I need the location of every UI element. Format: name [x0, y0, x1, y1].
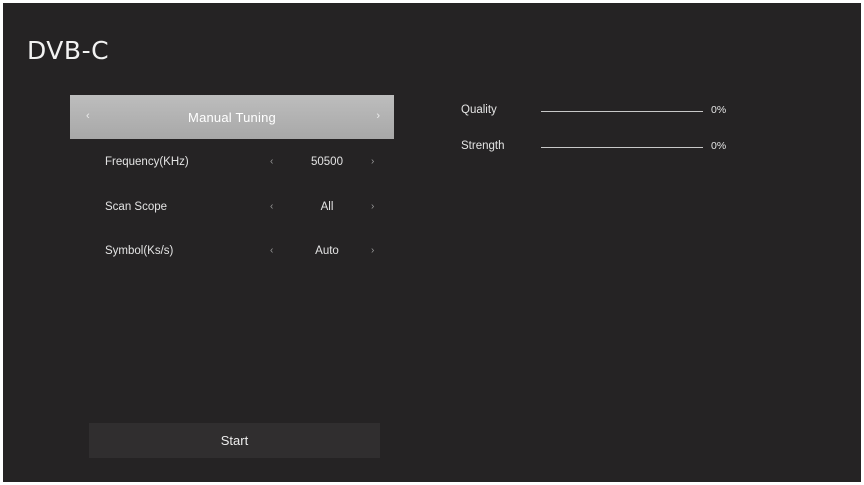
- tv-settings-screen: DVB-C ‹ Manual Tuning › Frequency(KHz) ‹…: [3, 3, 861, 482]
- strength-bar: [541, 147, 703, 148]
- strength-meter: Strength 0%: [461, 138, 751, 158]
- symbol-rate-row[interactable]: Symbol(Ks/s) ‹ Auto ›: [70, 238, 394, 266]
- strength-label: Strength: [461, 140, 505, 152]
- page-title: DVB-C: [27, 36, 110, 65]
- quality-percent: 0%: [711, 104, 727, 116]
- chevron-right-icon[interactable]: ›: [371, 156, 374, 167]
- manual-tuning-selector[interactable]: ‹ Manual Tuning ›: [70, 95, 394, 139]
- frequency-label: Frequency(KHz): [105, 156, 189, 168]
- start-button[interactable]: Start: [89, 423, 380, 458]
- strength-percent: 0%: [711, 140, 727, 152]
- scan-scope-row[interactable]: Scan Scope ‹ All ›: [70, 194, 394, 222]
- chevron-left-icon[interactable]: ‹: [270, 156, 273, 167]
- frequency-row[interactable]: Frequency(KHz) ‹ 50500 ›: [70, 149, 394, 177]
- symbol-rate-label: Symbol(Ks/s): [105, 245, 174, 257]
- scan-scope-label: Scan Scope: [105, 201, 168, 213]
- quality-bar: [541, 111, 703, 112]
- scan-scope-value: All: [320, 201, 334, 213]
- chevron-left-icon[interactable]: ‹: [270, 245, 273, 256]
- chevron-right-icon[interactable]: ›: [371, 245, 374, 256]
- quality-meter: Quality 0%: [461, 102, 751, 122]
- menu-header-label: Manual Tuning: [188, 109, 276, 125]
- chevron-left-icon[interactable]: ‹: [270, 201, 273, 212]
- frequency-value: 50500: [311, 156, 343, 168]
- symbol-rate-value: Auto: [315, 245, 339, 257]
- chevron-right-icon[interactable]: ›: [376, 110, 380, 122]
- chevron-right-icon[interactable]: ›: [371, 201, 374, 212]
- chevron-left-icon[interactable]: ‹: [86, 110, 90, 122]
- quality-label: Quality: [461, 104, 497, 116]
